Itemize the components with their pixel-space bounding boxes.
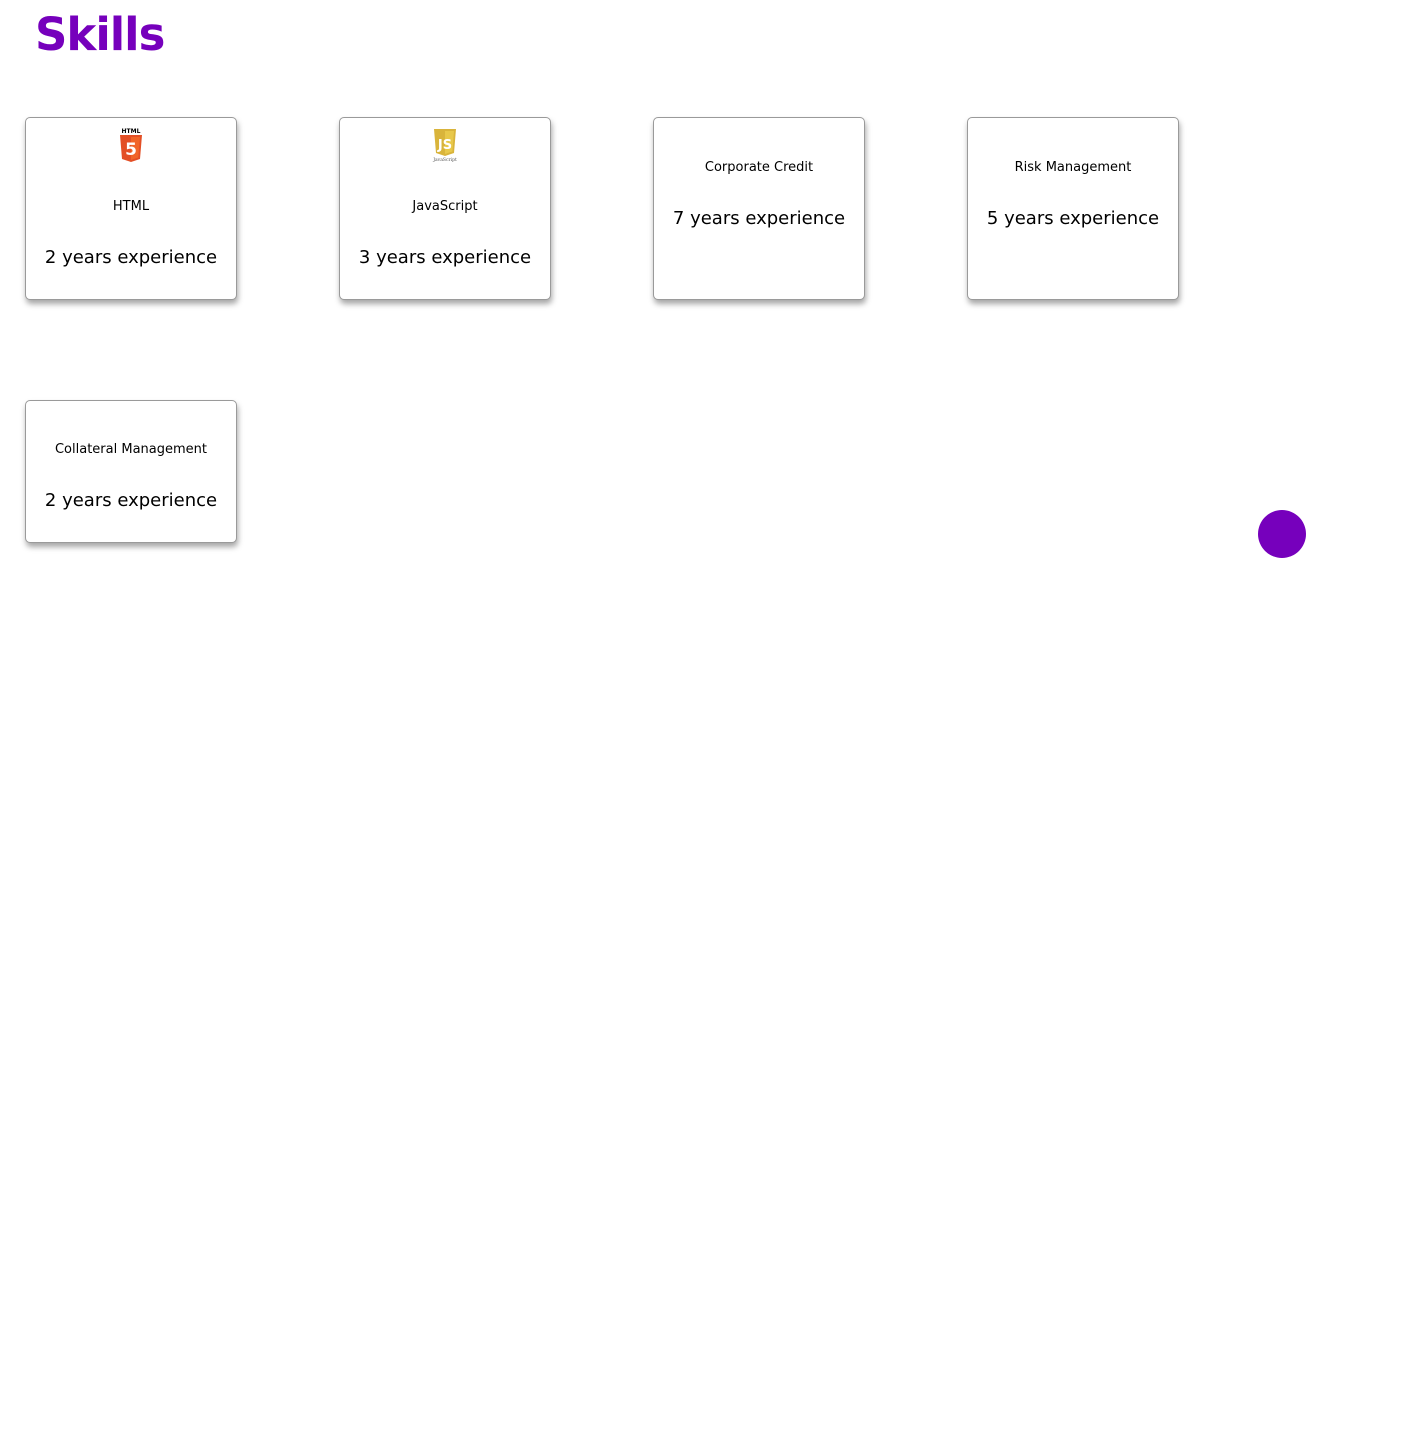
svg-text:JS: JS	[437, 138, 452, 153]
skill-name: HTML	[112, 199, 150, 214]
svg-text:JavaScript: JavaScript	[432, 157, 457, 163]
skill-experience: 2 years experience	[44, 247, 218, 268]
skill-name: Corporate Credit	[704, 160, 814, 175]
skill-card-collateral-management[interactable]: Collateral Management 2 years experience	[25, 400, 237, 543]
html5-icon: HTML 5	[118, 127, 144, 163]
skill-experience: 2 years experience	[44, 490, 218, 511]
skill-card-risk-management[interactable]: Risk Management 5 years experience	[967, 117, 1179, 300]
svg-text:5: 5	[125, 140, 137, 160]
skill-name: JavaScript	[412, 199, 478, 214]
floating-action-button[interactable]	[1258, 510, 1306, 558]
skill-name: Collateral Management	[54, 442, 207, 457]
skill-card-javascript[interactable]: JS JavaScript JavaScript 3 years experie…	[339, 117, 551, 300]
skill-experience: 5 years experience	[986, 208, 1160, 229]
svg-text:HTML: HTML	[122, 128, 141, 135]
skill-experience: 3 years experience	[358, 247, 532, 268]
skill-name: Risk Management	[1014, 160, 1132, 175]
skill-experience: 7 years experience	[672, 208, 846, 229]
skill-card-corporate-credit[interactable]: Corporate Credit 7 years experience	[653, 117, 865, 300]
page-title: Skills	[35, 8, 165, 61]
javascript-icon: JS JavaScript	[432, 127, 458, 163]
skill-card-html[interactable]: HTML 5 HTML 2 years experience	[25, 117, 237, 300]
